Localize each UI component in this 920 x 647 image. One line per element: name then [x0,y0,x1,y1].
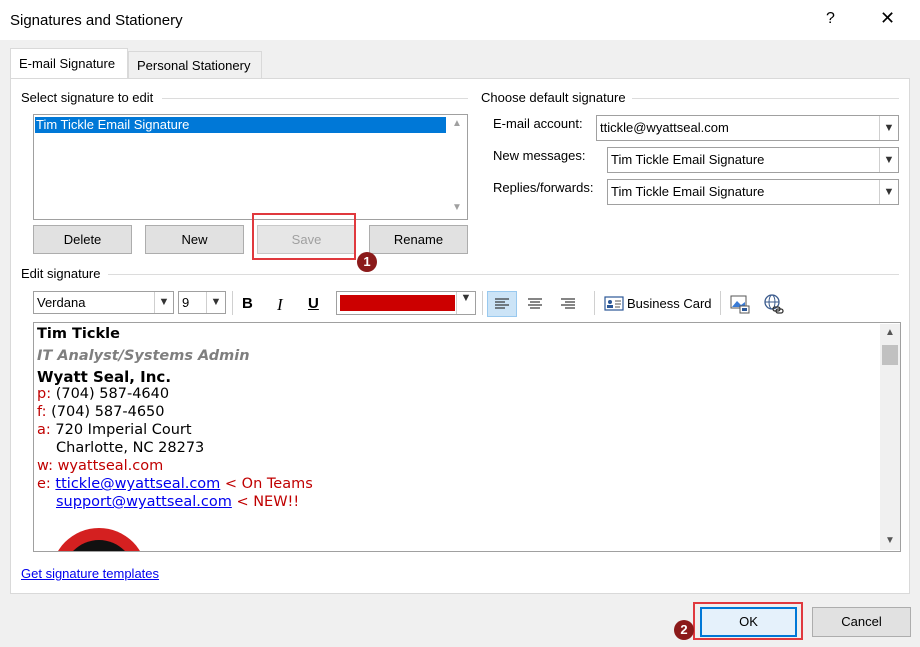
align-right-button[interactable] [555,292,583,316]
italic-button[interactable]: I [277,295,283,315]
sig-fax-prefix: f: [37,404,47,420]
replies-forwards-select[interactable]: Tim Tickle Email Signature ▼ [607,179,899,205]
toolbar-separator [232,291,233,315]
chevron-down-icon[interactable]: ▼ [879,116,898,140]
sig-address-prefix: a: [37,422,51,438]
cancel-button[interactable]: Cancel [812,607,911,637]
sig-email-line: e: ttickle@wyattseal.com < On Teams [37,476,313,492]
font-select[interactable]: Verdana ▼ [33,291,174,314]
align-left-button[interactable] [487,291,517,317]
sig-email2-note: < NEW!! [236,494,300,510]
ok-highlight-box [693,602,803,640]
replies-forwards-value: Tim Tickle Email Signature [611,184,765,199]
insert-picture-icon [730,295,750,314]
help-button[interactable]: ? [826,10,835,28]
new-button[interactable]: New [145,225,244,254]
chevron-down-icon[interactable]: ▼ [879,180,898,204]
email-account-select[interactable]: ttickle@wyattseal.com ▼ [596,115,899,141]
save-highlight-box [252,213,356,260]
new-messages-label: New messages: [493,148,586,163]
delete-button[interactable]: Delete [33,225,132,254]
align-center-icon [528,298,542,309]
align-left-icon [495,298,509,309]
sig-address1: 720 Imperial Court [55,422,192,438]
chevron-down-icon[interactable]: ▼ [206,292,225,313]
default-signature-label: Choose default signature [481,90,626,105]
sig-phone-prefix: p: [37,386,52,402]
align-center-button[interactable] [522,292,550,316]
tab-personal-stationery[interactable]: Personal Stationery [128,51,262,79]
sig-email1-note: < On Teams [224,476,313,492]
sig-web-prefix: w: [37,458,53,474]
new-messages-value: Tim Tickle Email Signature [611,152,765,167]
chevron-down-icon[interactable]: ▼ [879,148,898,172]
rename-button[interactable]: Rename [369,225,468,254]
scroll-thumb[interactable] [882,345,898,365]
sig-email2-link[interactable]: support@wyattseal.com [56,494,232,510]
sig-email-prefix: e: [37,476,51,492]
font-value: Verdana [37,295,86,310]
edit-signature-label: Edit signature [21,266,101,281]
size-select[interactable]: 9 ▼ [178,291,226,314]
bold-button[interactable]: B [242,295,253,312]
window-title: Signatures and Stationery [10,12,183,29]
scroll-up-icon[interactable]: ▲ [885,327,895,338]
sig-fax: (704) 587-4650 [51,404,165,420]
sig-address2: Charlotte, NC 28273 [56,440,205,456]
sig-web: wyattseal.com [57,458,164,474]
sig-address-line: a: 720 Imperial Court [37,422,192,438]
listbox-scrollbar[interactable]: ▲ ▼ [449,116,466,218]
scroll-up-icon[interactable]: ▲ [452,118,462,129]
sig-phone-line: p: (704) 587-4640 [37,386,169,402]
business-card-label: Business Card [627,296,712,311]
step-badge-1: 1 [357,252,377,272]
tab-email-signature[interactable]: E-mail Signature [10,48,128,79]
chevron-down-icon[interactable]: ▼ [456,292,475,314]
business-card-icon [604,296,624,311]
size-value: 9 [182,295,190,310]
get-templates-link[interactable]: Get signature templates [21,566,159,581]
sig-email1-link[interactable]: ttickle@wyattseal.com [55,476,220,492]
sig-web-line: w: wyattseal.com [37,458,163,474]
align-right-icon [561,298,575,309]
signature-editor[interactable]: Tim Tickle IT Analyst/Systems Admin Wyat… [33,322,901,552]
sig-fax-line: f: (704) 587-4650 [37,404,165,420]
editor-scrollbar[interactable]: ▲ ▼ [880,324,900,550]
edit-separator [108,274,899,275]
signature-list-item[interactable]: Tim Tickle Email Signature [35,117,446,133]
sig-company: Wyatt Seal, Inc. [37,368,172,386]
close-button[interactable]: ✕ [880,8,895,29]
email-account-value: ttickle@wyattseal.com [600,120,729,135]
sig-phone: (704) 587-4640 [55,386,170,402]
insert-picture-button[interactable] [728,292,752,316]
sig-email2-line: support@wyattseal.com < NEW!! [56,494,299,510]
insert-hyperlink-button[interactable] [761,292,785,316]
select-signature-label: Select signature to edit [21,90,154,105]
toolbar-separator [482,291,483,315]
default-separator [632,98,899,99]
company-logo-image [58,528,140,551]
select-separator [162,98,468,99]
sig-name: Tim Tickle [37,326,120,342]
toolbar-separator [720,291,721,315]
font-color-select[interactable]: ▼ [336,291,476,315]
scroll-down-icon[interactable]: ▼ [885,535,895,546]
scroll-down-icon[interactable]: ▼ [452,202,462,213]
font-color-swatch [340,295,455,311]
step-badge-2: 2 [674,620,694,640]
underline-button[interactable]: U [308,295,319,312]
sig-role: IT Analyst/Systems Admin [37,348,250,364]
chevron-down-icon[interactable]: ▼ [154,292,173,313]
hyperlink-globe-icon [764,294,784,314]
email-account-label: E-mail account: [493,116,583,131]
toolbar-separator [594,291,595,315]
replies-forwards-label: Replies/forwards: [493,180,594,195]
new-messages-select[interactable]: Tim Tickle Email Signature ▼ [607,147,899,173]
